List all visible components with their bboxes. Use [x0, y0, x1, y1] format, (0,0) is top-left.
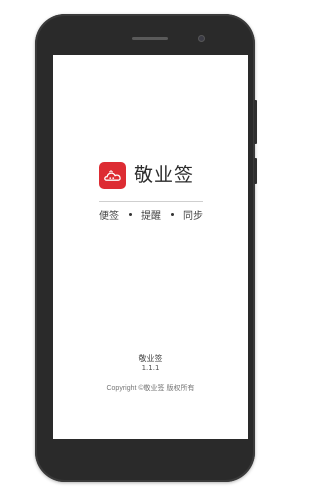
tagline-item-notes: 便签: [99, 211, 119, 222]
power-button: [254, 100, 257, 144]
front-camera: [198, 35, 205, 42]
bullet-dot: [170, 213, 174, 216]
brand-header: 敬业签: [99, 162, 194, 189]
app-logo: [99, 162, 126, 189]
stage: 敬业签 便签 提醒 同步 敬业签 1.1.1 Copyright ©敬业签 版权…: [0, 0, 330, 500]
tagline-item-reminder: 提醒: [141, 211, 161, 222]
cloud-icon: [104, 169, 121, 181]
splash-screen: 敬业签 便签 提醒 同步 敬业签 1.1.1 Copyright ©敬业签 版权…: [53, 55, 248, 439]
tagline: 便签 提醒 同步: [99, 207, 203, 222]
tagline-item-sync: 同步: [183, 211, 203, 222]
bullet-dot: [128, 213, 132, 216]
app-name: 敬业签: [134, 164, 195, 186]
about-app-name: 敬业签: [138, 354, 163, 363]
volume-button: [254, 158, 257, 184]
earpiece-speaker: [132, 37, 168, 40]
divider: [99, 201, 203, 202]
copyright-text: Copyright ©敬业签 版权所有: [106, 385, 195, 392]
version-label: 1.1.1: [141, 364, 160, 372]
